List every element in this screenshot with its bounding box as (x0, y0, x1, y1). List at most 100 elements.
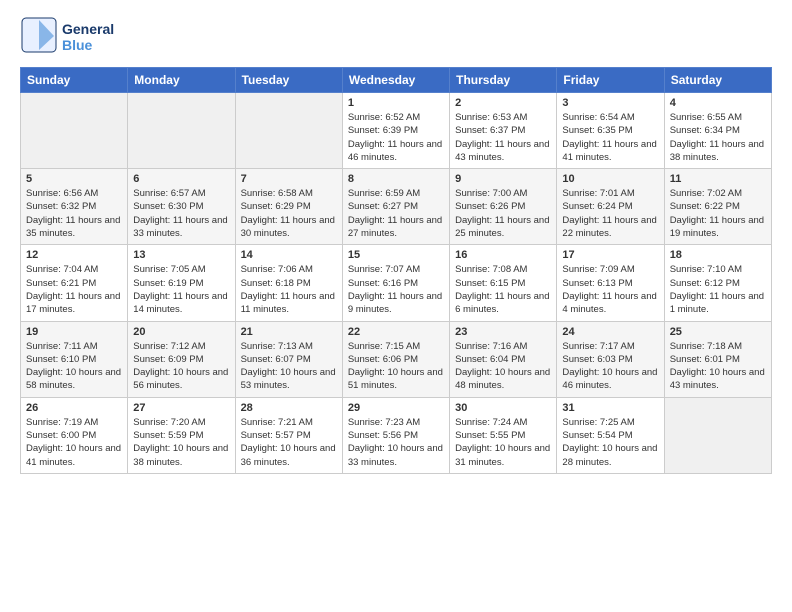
day-number: 15 (348, 249, 444, 261)
calendar-cell: 2Sunrise: 6:53 AM Sunset: 6:37 PM Daylig… (450, 93, 557, 169)
day-number: 8 (348, 173, 444, 185)
calendar-cell: 12 Sunrise: 7:04 AM Sunset: 6:21 PM Dayli… (21, 245, 128, 321)
day-number: 30 (455, 402, 551, 414)
day-info: Sunrise: 7:20 AM Sunset: 5:59 PM Dayligh… (133, 416, 229, 469)
logo: General Blue (20, 16, 114, 59)
day-info: Sunrise: 7:18 AM Sunset: 6:01 PM Dayligh… (670, 340, 766, 393)
weekday-header: Monday (128, 68, 235, 93)
day-info: Sunrise: 7:09 AM Sunset: 6:13 PM Dayligh… (562, 263, 658, 316)
calendar-cell: 4Sunrise: 6:55 AM Sunset: 6:34 PM Daylig… (664, 93, 771, 169)
day-number: 18 (670, 249, 766, 261)
day-info: Sunrise: 6:54 AM Sunset: 6:35 PM Dayligh… (562, 111, 658, 164)
calendar-week-row: 26 Sunrise: 7:19 AM Sunset: 6:00 PM Dayli… (21, 397, 772, 473)
day-info: Sunrise: 7:00 AM Sunset: 6:26 PM Dayligh… (455, 187, 551, 240)
day-number: 28 (241, 402, 337, 414)
calendar-cell: 24 Sunrise: 7:17 AM Sunset: 6:03 PM Dayli… (557, 321, 664, 397)
day-number: 19 (26, 326, 122, 338)
day-info: Sunrise: 6:52 AM Sunset: 6:39 PM Dayligh… (348, 111, 444, 164)
day-info: Sunrise: 6:59 AM Sunset: 6:27 PM Dayligh… (348, 187, 444, 240)
day-info: Sunrise: 7:12 AM Sunset: 6:09 PM Dayligh… (133, 340, 229, 393)
calendar-header-row: SundayMondayTuesdayWednesdayThursdayFrid… (21, 68, 772, 93)
day-number: 1 (348, 97, 444, 109)
day-info: Sunrise: 7:07 AM Sunset: 6:16 PM Dayligh… (348, 263, 444, 316)
calendar-table: SundayMondayTuesdayWednesdayThursdayFrid… (20, 67, 772, 474)
day-info: Sunrise: 7:24 AM Sunset: 5:55 PM Dayligh… (455, 416, 551, 469)
calendar-cell (235, 93, 342, 169)
calendar-cell: 3 Sunrise: 6:54 AM Sunset: 6:35 PM Daylig… (557, 93, 664, 169)
calendar-cell: 20 Sunrise: 7:12 AM Sunset: 6:09 PM Dayli… (128, 321, 235, 397)
day-number: 10 (562, 173, 658, 185)
day-number: 25 (670, 326, 766, 338)
calendar-cell: 19 Sunrise: 7:11 AM Sunset: 6:10 PM Dayli… (21, 321, 128, 397)
day-number: 3 (562, 97, 658, 109)
calendar-cell: 10 Sunrise: 7:01 AM Sunset: 6:24 PM Dayli… (557, 169, 664, 245)
day-info: Sunrise: 7:15 AM Sunset: 6:06 PM Dayligh… (348, 340, 444, 393)
weekday-header: Wednesday (342, 68, 449, 93)
day-number: 21 (241, 326, 337, 338)
day-info: Sunrise: 6:55 AM Sunset: 6:34 PM Dayligh… (670, 111, 766, 164)
day-number: 11 (670, 173, 766, 185)
calendar-cell: 28Sunrise: 7:21 AM Sunset: 5:57 PM Dayli… (235, 397, 342, 473)
calendar-cell: 30 Sunrise: 7:24 AM Sunset: 5:55 PM Dayli… (450, 397, 557, 473)
day-number: 14 (241, 249, 337, 261)
day-info: Sunrise: 7:19 AM Sunset: 6:00 PM Dayligh… (26, 416, 122, 469)
day-info: Sunrise: 7:25 AM Sunset: 5:54 PM Dayligh… (562, 416, 658, 469)
day-info: Sunrise: 7:01 AM Sunset: 6:24 PM Dayligh… (562, 187, 658, 240)
day-number: 20 (133, 326, 229, 338)
calendar-cell: 1 Sunrise: 6:52 AM Sunset: 6:39 PM Daylig… (342, 93, 449, 169)
day-info: Sunrise: 6:57 AM Sunset: 6:30 PM Dayligh… (133, 187, 229, 240)
weekday-header: Thursday (450, 68, 557, 93)
calendar-cell: 5Sunrise: 6:56 AM Sunset: 6:32 PM Daylig… (21, 169, 128, 245)
page-header: General Blue (20, 16, 772, 59)
day-info: Sunrise: 7:04 AM Sunset: 6:21 PM Dayligh… (26, 263, 122, 316)
calendar-week-row: 12 Sunrise: 7:04 AM Sunset: 6:21 PM Dayli… (21, 245, 772, 321)
calendar-cell: 25 Sunrise: 7:18 AM Sunset: 6:01 PM Dayli… (664, 321, 771, 397)
day-info: Sunrise: 7:13 AM Sunset: 6:07 PM Dayligh… (241, 340, 337, 393)
day-info: Sunrise: 7:16 AM Sunset: 6:04 PM Dayligh… (455, 340, 551, 393)
day-info: Sunrise: 7:10 AM Sunset: 6:12 PM Dayligh… (670, 263, 766, 316)
calendar-cell: 17Sunrise: 7:09 AM Sunset: 6:13 PM Dayli… (557, 245, 664, 321)
day-info: Sunrise: 7:17 AM Sunset: 6:03 PM Dayligh… (562, 340, 658, 393)
calendar-cell: 13 Sunrise: 7:05 AM Sunset: 6:19 PM Dayli… (128, 245, 235, 321)
calendar-cell: 9 Sunrise: 7:00 AM Sunset: 6:26 PM Daylig… (450, 169, 557, 245)
day-info: Sunrise: 7:05 AM Sunset: 6:19 PM Dayligh… (133, 263, 229, 316)
day-number: 2 (455, 97, 551, 109)
day-info: Sunrise: 7:23 AM Sunset: 5:56 PM Dayligh… (348, 416, 444, 469)
calendar-cell: 8 Sunrise: 6:59 AM Sunset: 6:27 PM Daylig… (342, 169, 449, 245)
calendar-cell: 15 Sunrise: 7:07 AM Sunset: 6:16 PM Dayli… (342, 245, 449, 321)
day-number: 16 (455, 249, 551, 261)
calendar-cell: 14Sunrise: 7:06 AM Sunset: 6:18 PM Dayli… (235, 245, 342, 321)
day-number: 12 (26, 249, 122, 261)
calendar-cell (128, 93, 235, 169)
logo-general: General (62, 22, 114, 37)
day-info: Sunrise: 7:11 AM Sunset: 6:10 PM Dayligh… (26, 340, 122, 393)
day-number: 27 (133, 402, 229, 414)
calendar-cell: 18 Sunrise: 7:10 AM Sunset: 6:12 PM Dayli… (664, 245, 771, 321)
day-info: Sunrise: 6:56 AM Sunset: 6:32 PM Dayligh… (26, 187, 122, 240)
calendar-cell (21, 93, 128, 169)
calendar-cell: 31Sunrise: 7:25 AM Sunset: 5:54 PM Dayli… (557, 397, 664, 473)
calendar-cell: 7Sunrise: 6:58 AM Sunset: 6:29 PM Daylig… (235, 169, 342, 245)
calendar-cell: 6 Sunrise: 6:57 AM Sunset: 6:30 PM Daylig… (128, 169, 235, 245)
weekday-header: Sunday (21, 68, 128, 93)
day-number: 6 (133, 173, 229, 185)
day-info: Sunrise: 7:02 AM Sunset: 6:22 PM Dayligh… (670, 187, 766, 240)
logo-blue: Blue (62, 38, 114, 53)
day-number: 24 (562, 326, 658, 338)
calendar-cell: 22Sunrise: 7:15 AM Sunset: 6:06 PM Dayli… (342, 321, 449, 397)
calendar-cell (664, 397, 771, 473)
day-number: 7 (241, 173, 337, 185)
day-number: 26 (26, 402, 122, 414)
day-number: 9 (455, 173, 551, 185)
weekday-header: Saturday (664, 68, 771, 93)
day-info: Sunrise: 7:08 AM Sunset: 6:15 PM Dayligh… (455, 263, 551, 316)
calendar-cell: 21 Sunrise: 7:13 AM Sunset: 6:07 PM Dayli… (235, 321, 342, 397)
weekday-header: Tuesday (235, 68, 342, 93)
calendar-week-row: 1 Sunrise: 6:52 AM Sunset: 6:39 PM Daylig… (21, 93, 772, 169)
calendar-cell: 23Sunrise: 7:16 AM Sunset: 6:04 PM Dayli… (450, 321, 557, 397)
page-container: General Blue SundayMondayTuesdayWednesda… (0, 0, 792, 494)
calendar-week-row: 19 Sunrise: 7:11 AM Sunset: 6:10 PM Dayli… (21, 321, 772, 397)
day-number: 13 (133, 249, 229, 261)
weekday-header: Friday (557, 68, 664, 93)
calendar-cell: 27 Sunrise: 7:20 AM Sunset: 5:59 PM Dayli… (128, 397, 235, 473)
